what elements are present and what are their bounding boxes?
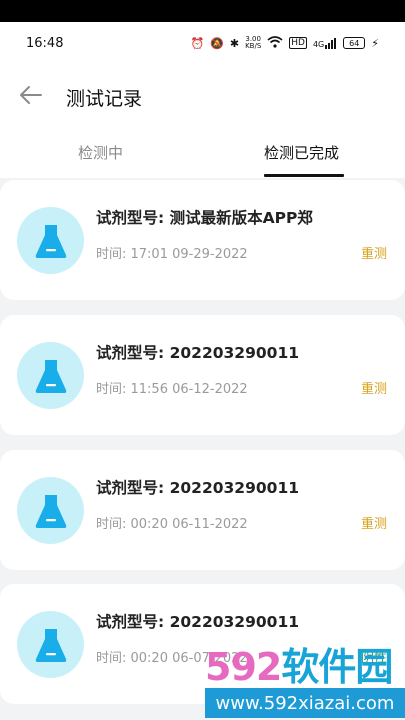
record-card[interactable]: 试剂型号: 202203290011 时间: 00:20 06-07-2022 …: [0, 584, 405, 704]
retest-button[interactable]: 重测: [361, 378, 387, 397]
tab-completed[interactable]: 检测已完成: [264, 142, 339, 163]
flask-avatar: [17, 611, 84, 678]
record-time: 时间: 00:20 06-07-2022: [96, 651, 248, 666]
record-title: 试剂型号: 202203290011: [96, 344, 300, 362]
record-card[interactable]: 试剂型号: 测试最新版本APP郑 时间: 17:01 09-29-2022 重测: [0, 180, 405, 300]
flask-avatar: [17, 207, 84, 274]
record-title: 试剂型号: 202203290011: [96, 613, 300, 631]
battery-icon: 64: [343, 37, 366, 49]
retest-button[interactable]: 重测: [361, 513, 387, 532]
record-title: 试剂型号: 202203290011: [96, 479, 300, 497]
record-time: 时间: 00:20 06-11-2022: [96, 517, 248, 532]
signal-icon: 4G: [313, 37, 337, 49]
status-bar: 16:48 ⏰ 🔕 ✱ 3.00 KB/S HD 4G 64 ⚡: [0, 22, 405, 64]
record-time: 时间: 17:01 09-29-2022: [96, 247, 248, 262]
net-speed: 3.00 KB/S: [245, 35, 262, 50]
wifi-icon: [267, 35, 283, 51]
status-time: 16:48: [26, 35, 64, 51]
hd-icon: HD: [289, 37, 307, 49]
alarm-icon: ⏰: [190, 36, 205, 50]
record-title: 试剂型号: 测试最新版本APP郑: [96, 209, 313, 227]
tab-in-progress[interactable]: 检测中: [78, 142, 123, 163]
result-label: 阴性: [360, 651, 387, 666]
tab-bar: 检测中 检测已完成: [0, 128, 405, 178]
record-card[interactable]: 试剂型号: 202203290011 时间: 00:20 06-11-2022 …: [0, 450, 405, 570]
active-tab-indicator: [264, 174, 344, 177]
flask-icon: [35, 628, 66, 662]
status-icons: ⏰ 🔕 ✱ 3.00 KB/S HD 4G 64 ⚡: [190, 36, 379, 51]
page-title: 测试记录: [66, 88, 143, 110]
nav-bar: 测试记录: [0, 64, 405, 128]
record-time: 时间: 11:56 06-12-2022: [96, 382, 248, 397]
flask-avatar: [17, 342, 84, 409]
charging-icon: ⚡: [371, 36, 379, 50]
bluetooth-icon: ✱: [229, 36, 240, 50]
flask-avatar: [17, 477, 84, 544]
retest-button[interactable]: 重测: [361, 243, 387, 262]
flask-icon: [35, 359, 66, 393]
back-arrow-icon[interactable]: [18, 82, 44, 108]
record-card[interactable]: 试剂型号: 202203290011 时间: 11:56 06-12-2022 …: [0, 315, 405, 435]
flask-icon: [35, 224, 66, 258]
flask-icon: [35, 494, 66, 528]
mute-bell-icon: 🔕: [210, 36, 224, 50]
top-black-bar: [0, 0, 405, 22]
